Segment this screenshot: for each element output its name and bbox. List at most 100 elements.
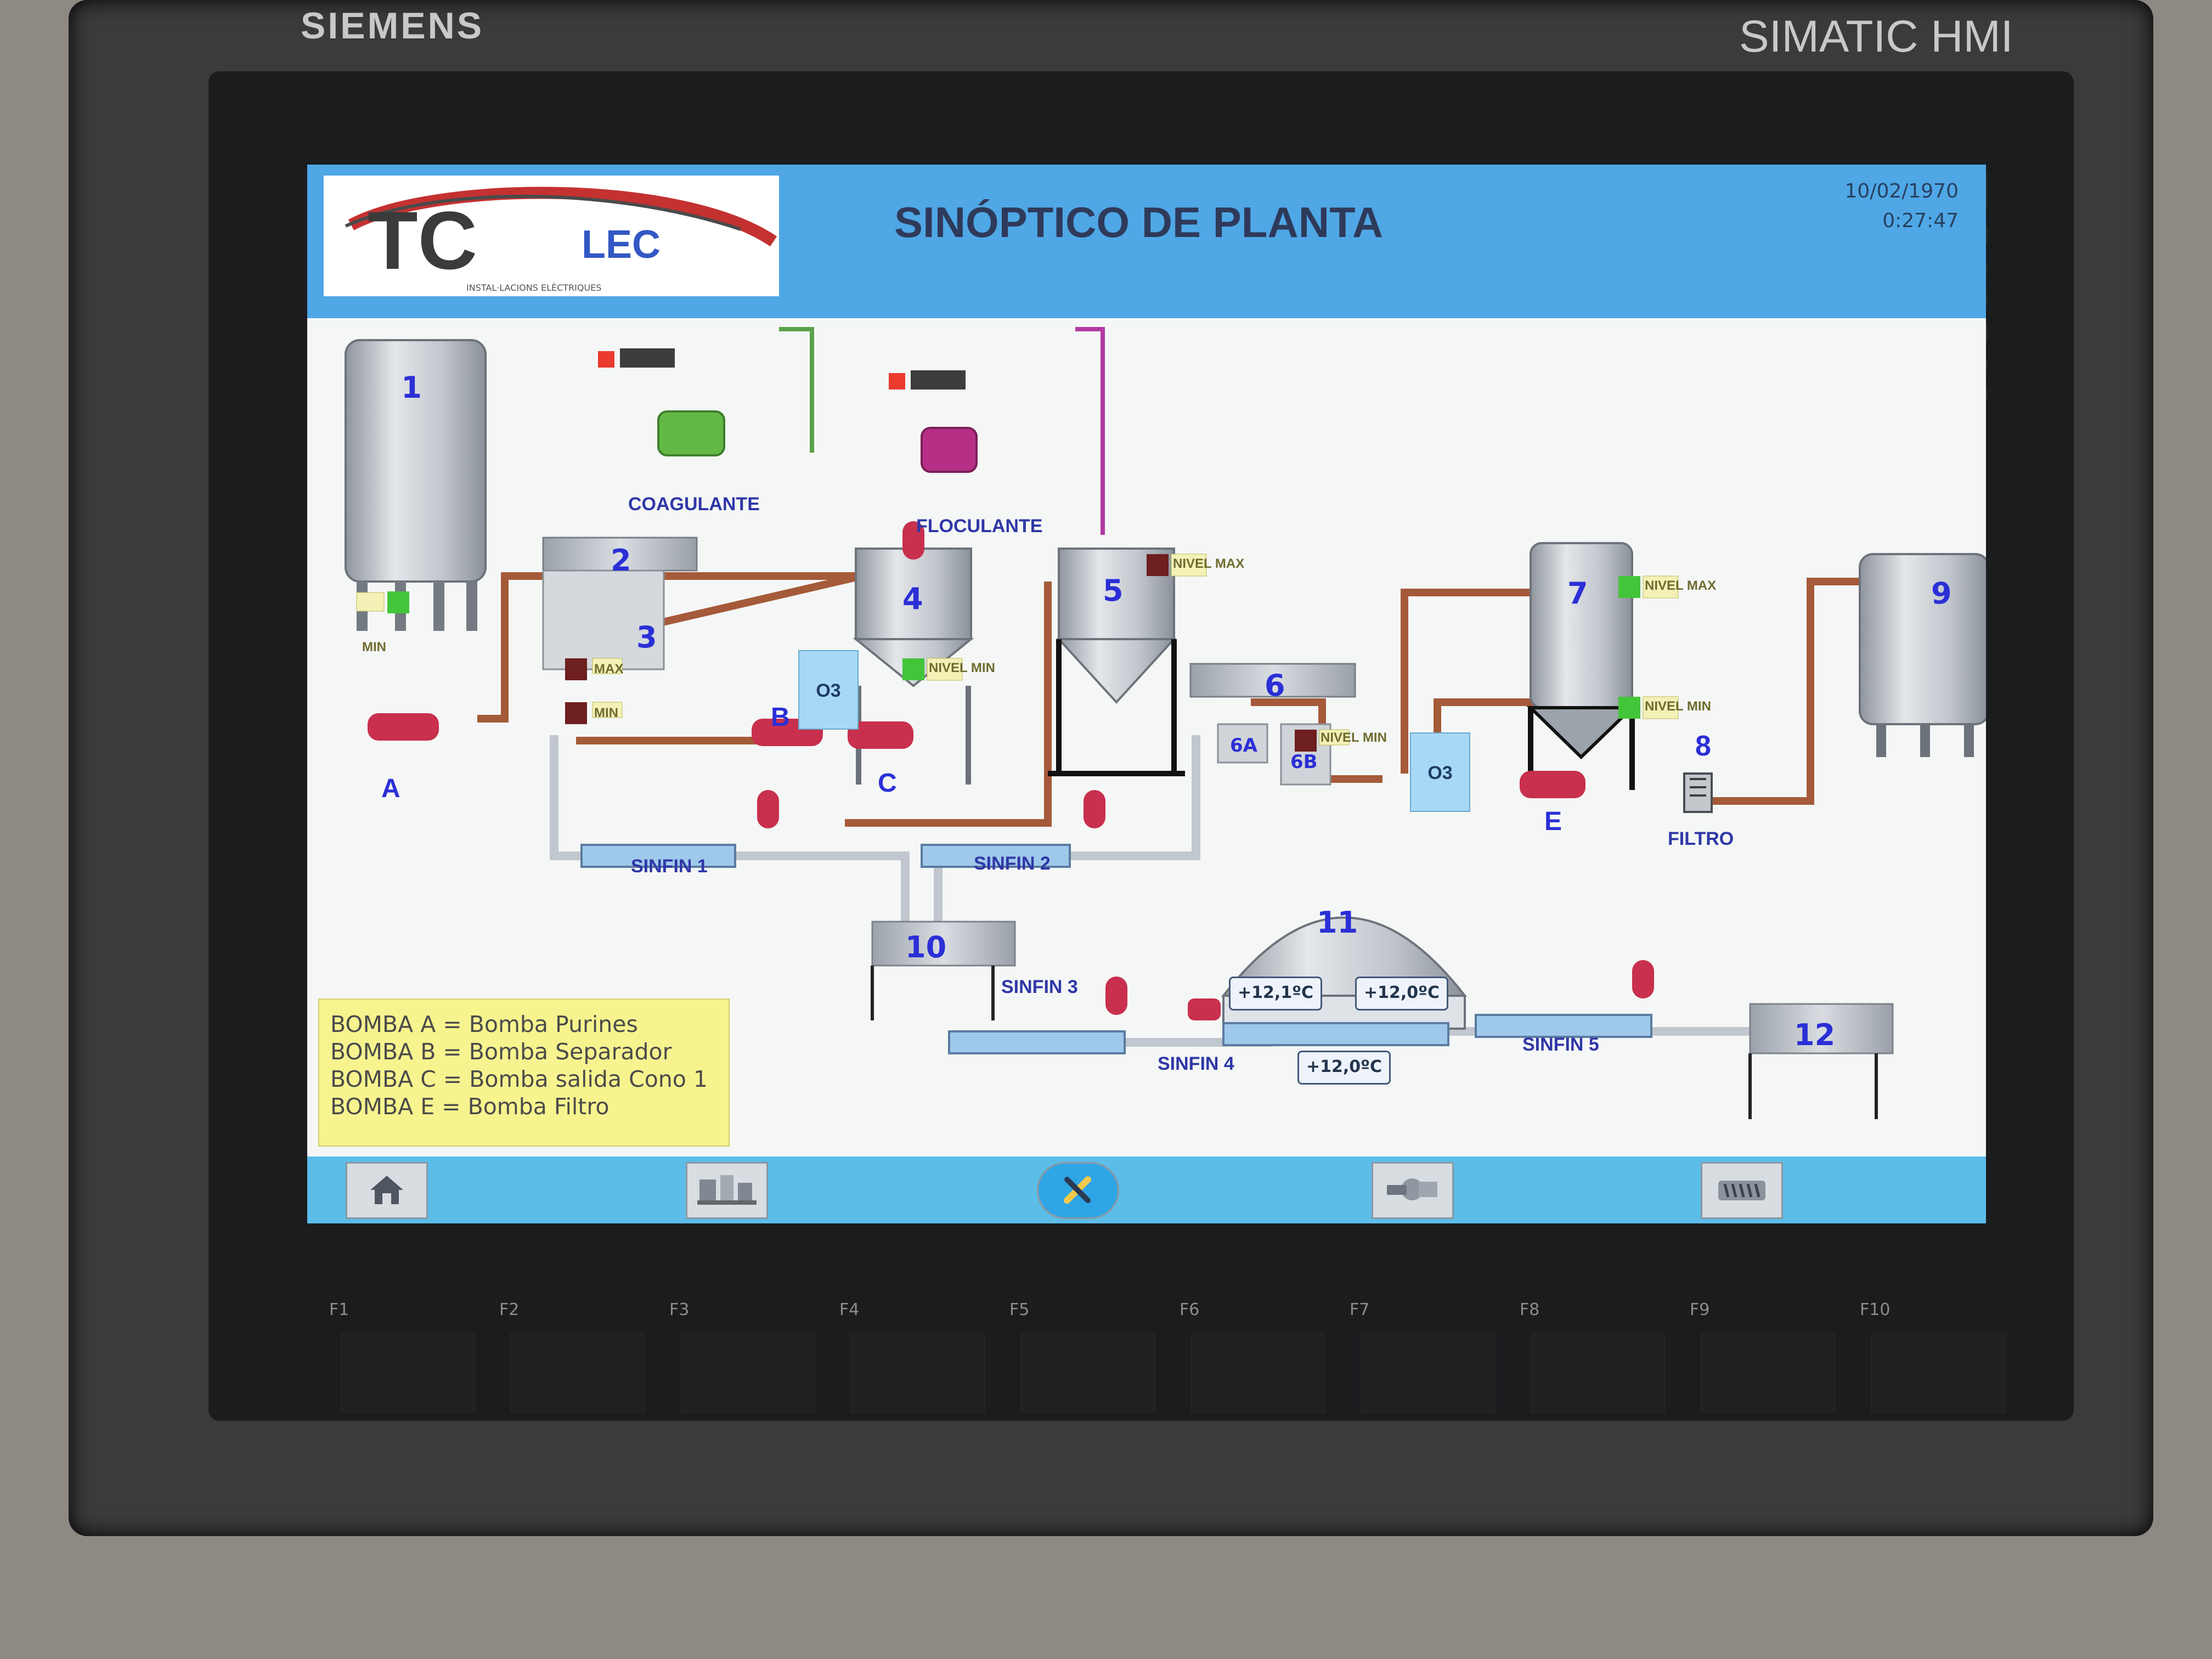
f6-pad [1190, 1333, 1325, 1413]
screw-conveyors [580, 844, 1652, 1054]
tank4-nivel-min-tag: NIVEL MIN [929, 661, 995, 675]
tank4-label: 4 [902, 582, 923, 616]
filter-icon [1718, 1181, 1765, 1200]
tank2-label: 2 [611, 543, 631, 578]
tank6b-label: 6B [1290, 751, 1318, 773]
f5-pad [1020, 1333, 1155, 1413]
f8-key[interactable]: F8 [1520, 1300, 1666, 1415]
hopper-6: 6 6A 6B [1189, 663, 1356, 786]
sinfin5-label: SINFIN 5 [1522, 1034, 1599, 1055]
pumpA-label: A [381, 774, 400, 803]
tank-9: 9 [1859, 553, 1986, 757]
plant-icon [697, 1175, 757, 1205]
tank7-nivel-min-tag: NIVEL MIN [1645, 699, 1711, 714]
logo-tc-text: TC [368, 194, 477, 286]
filter-button[interactable] [1701, 1162, 1783, 1219]
f1-label: F1 [329, 1300, 349, 1319]
f9-label: F9 [1690, 1300, 1710, 1319]
hopper-2-3: 2 3 [542, 537, 698, 670]
tank9-label: 9 [1931, 576, 1952, 611]
f5-label: F5 [1009, 1300, 1030, 1319]
temperature-readout-3: +12,0ºC [1297, 1051, 1391, 1085]
tank5-nivel-max-tag: NIVEL MAX [1173, 556, 1245, 571]
time-display: 0:27:47 [1882, 210, 1959, 232]
o3-left-label: O3 [816, 680, 841, 701]
solid-transport-lines [550, 735, 1788, 1047]
legend-item: BOMBA E = Bomba Filtro [330, 1093, 610, 1120]
company-logo: TC LEC INSTAL·LACIONS ELÈCTRIQUES [324, 176, 779, 296]
cone-tank-7: 7 [1526, 542, 1637, 790]
pumpC-label: C [878, 769, 897, 798]
f7-key[interactable]: F7 [1350, 1300, 1496, 1415]
pump-legend: BOMBA A = Bomba Purines BOMBA B = Bomba … [318, 998, 730, 1147]
o3-right-label: O3 [1427, 763, 1453, 783]
coagulante-label: COAGULANTE [628, 494, 760, 515]
tank1-min-tag: MIN [362, 640, 386, 654]
f7-pad [1361, 1333, 1496, 1413]
f6-key[interactable]: F6 [1180, 1300, 1325, 1415]
pump-icon [1387, 1178, 1437, 1200]
legend-item: BOMBA A = Bomba Purines [330, 1011, 638, 1037]
f9-key[interactable]: F9 [1690, 1300, 1836, 1415]
tank12-label: 12 [1794, 1018, 1835, 1052]
tools-button[interactable] [1037, 1162, 1119, 1219]
logo-lec-text: LEC [582, 223, 661, 267]
tank6b-nivel-tag: NIVEL MIN [1321, 730, 1387, 745]
legend-item: BOMBA B = Bomba Separador [330, 1039, 672, 1065]
tank3-min-tag: MIN [594, 706, 618, 720]
f3-label: F3 [669, 1300, 690, 1319]
pumpE-label: E [1544, 807, 1562, 836]
footer-navigation [307, 1156, 1986, 1223]
f1-key[interactable]: F1 [329, 1300, 475, 1415]
cone-tank-5: 5 [1048, 548, 1185, 776]
f9-pad [1701, 1333, 1836, 1413]
home-icon [370, 1176, 403, 1204]
tools-icon [1064, 1176, 1091, 1204]
model-label: SIMATIC HMI [1739, 12, 2013, 61]
tank-1: 1 [345, 339, 487, 631]
f3-key[interactable]: F3 [669, 1300, 815, 1415]
hmi-screen: TC LEC INSTAL·LACIONS ELÈCTRIQUES SINÓPT… [307, 165, 1986, 1223]
page-title: SINÓPTICO DE PLANTA [894, 198, 1384, 246]
tank3-label: 3 [636, 620, 657, 654]
filter8-label: 8 [1695, 730, 1711, 762]
filter-8 [1683, 772, 1713, 813]
tank1-label: 1 [401, 370, 422, 405]
hopper-10: 10 [871, 921, 1016, 1020]
tank7-nivel-max-tag: NIVEL MAX [1645, 578, 1717, 593]
sinfin1-label: SINFIN 1 [631, 856, 708, 877]
f2-pad [510, 1333, 645, 1413]
f10-pad [1871, 1333, 2006, 1413]
f4-label: F4 [839, 1300, 860, 1319]
f8-label: F8 [1520, 1300, 1540, 1319]
tank6a-label: 6A [1230, 735, 1258, 757]
date-display: 10/02/1970 [1844, 180, 1959, 202]
plant-button[interactable] [686, 1162, 768, 1219]
tank11-label: 11 [1317, 905, 1358, 940]
f2-key[interactable]: F2 [499, 1300, 645, 1415]
hopper-12: 12 [1748, 1003, 1894, 1119]
f1-pad [340, 1333, 475, 1413]
brand-logo: SIEMENS [301, 5, 484, 47]
tank7-label: 7 [1567, 576, 1588, 611]
pump-button[interactable] [1372, 1162, 1454, 1219]
home-button[interactable] [346, 1162, 428, 1219]
sinfin4-label: SINFIN 4 [1158, 1053, 1234, 1074]
tank6-label: 6 [1265, 668, 1285, 703]
f2-label: F2 [499, 1300, 520, 1319]
f10-key[interactable]: F10 [1860, 1300, 2006, 1415]
f4-pad [850, 1333, 985, 1413]
legend-item: BOMBA C = Bomba salida Cono 1 [330, 1066, 708, 1092]
temperature-readout-2: +12,0ºC [1355, 977, 1448, 1011]
o3-tank-right: O3 [1410, 732, 1470, 812]
f5-key[interactable]: F5 [1009, 1300, 1155, 1415]
filtro-label: FILTRO [1668, 828, 1734, 849]
o3-tank-left: O3 [798, 650, 859, 730]
header-bar: TC LEC INSTAL·LACIONS ELÈCTRIQUES SINÓPT… [307, 165, 1986, 318]
tank5-label: 5 [1103, 573, 1124, 608]
f4-key[interactable]: F4 [839, 1300, 985, 1415]
sinfin3-label: SINFIN 3 [1001, 977, 1078, 997]
f3-pad [680, 1333, 815, 1413]
tank10-label: 10 [905, 930, 946, 964]
function-key-row: F1 F2 F3 F4 F5 F6 F7 F8 F9 F10 [329, 1300, 2006, 1415]
